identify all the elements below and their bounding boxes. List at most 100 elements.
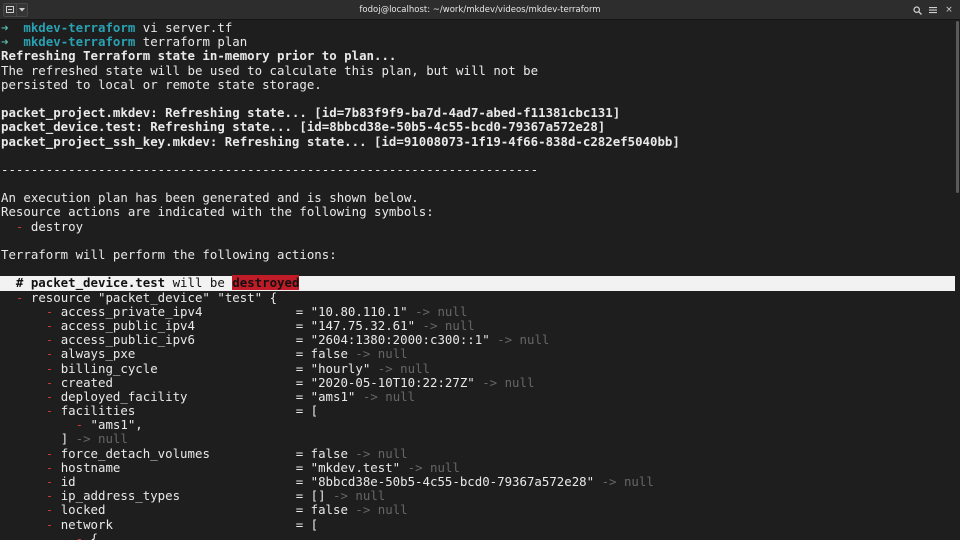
list-item-line: - "ams1", (0, 418, 955, 432)
close-button[interactable]: × (942, 3, 956, 17)
output-line: Terraform will perform the following act… (1, 247, 337, 262)
attr-value: false (310, 502, 348, 518)
resource-decl-line: - resource "packet_device" "test" { (0, 289, 955, 305)
search-button[interactable] (910, 3, 924, 17)
attr-line: - facilities = [ (45, 403, 319, 419)
attr-value: false (310, 445, 348, 461)
attr-value: [ (310, 516, 319, 532)
attr-value: "mkdev.test" (310, 459, 401, 475)
attr-line: - access_public_ipv6 = "2604:1380:2000:c3… (45, 332, 550, 348)
attr-key: ip_address_types (60, 488, 181, 504)
minus-symbol: - (45, 488, 54, 504)
chevron-down-icon (19, 7, 25, 11)
attr-key: access_public_ipv4 (60, 317, 195, 333)
prompt-arrow-icon: ➜ (1, 34, 9, 50)
minus-symbol: - (45, 516, 54, 532)
list-item-value: { (90, 530, 99, 540)
attr-value: "hourly" (310, 360, 371, 376)
resource-decl: resource "packet_device" "test" { (30, 289, 278, 305)
output-line: An execution plan has been generated and… (1, 190, 419, 206)
minus-symbol: - (45, 317, 54, 333)
attr-line: - network = [ (45, 516, 319, 532)
new-tab-button[interactable] (3, 2, 17, 17)
list-item-value: "ams1", (90, 417, 143, 433)
resource-comment-mid: will be (172, 275, 225, 291)
attr-null: -> null (422, 317, 475, 333)
attr-value: false (310, 346, 348, 362)
separator-line: ----------------------------------------… (1, 161, 539, 177)
attr-value: "147.75.32.61" (310, 317, 416, 333)
attr-line: - created = "2020-05-10T10:22:27Z" -> nul… (45, 374, 535, 390)
attr-null: -> null (415, 303, 468, 319)
attr-key: always_pxe (60, 346, 136, 362)
attr-null: -> null (482, 374, 535, 390)
attr-key: locked (60, 502, 106, 518)
attr-line: - id = "8bbcd38e-50b5-4c55-bcd0-79367a572… (45, 474, 654, 489)
hamburger-menu-icon (929, 7, 937, 14)
attr-key: id (60, 474, 76, 489)
resource-comment-line: # packet_device.test will be destroyed (0, 275, 955, 291)
terminal-output[interactable]: ➜ mkdev-terraform vi server.tf ➜ mkdev-t… (0, 21, 955, 540)
attr-null: -> null (355, 502, 408, 518)
list-close: ] (60, 431, 69, 447)
attr-value: "10.80.110.1" (310, 303, 408, 319)
title-bar: fodoj@localhost: ~/work/mkdev/videos/mkd… (0, 0, 960, 20)
attr-key: billing_cycle (60, 360, 158, 376)
output-line: packet_project_ssh_key.mkdev: Refreshing… (1, 133, 680, 149)
minus-symbol: - (75, 417, 84, 433)
attr-null: -> null (333, 488, 386, 504)
output-line: The refreshed state will be used to calc… (1, 62, 539, 78)
output-line: packet_device.test: Refreshing state... … (1, 119, 606, 135)
attr-null: -> null (407, 459, 460, 475)
attr-value: [] (310, 488, 326, 504)
attr-line: - force_detach_volumes = false -> null (45, 445, 408, 461)
scrollbar-thumb[interactable] (956, 21, 959, 193)
attr-value: "8bbcd38e-50b5-4c55-bcd0-79367a572e28" (310, 474, 595, 489)
symbol-label: destroy (30, 218, 84, 234)
window-controls: × (910, 3, 956, 17)
prompt-directory: mkdev-terraform (23, 21, 136, 35)
minus-symbol: - (45, 459, 54, 475)
attr-key: force_detach_volumes (60, 445, 210, 461)
list-item-line: - { (0, 530, 955, 540)
attr-key: hostname (60, 459, 121, 475)
attr-null: -> null (75, 431, 128, 447)
attr-null: -> null (601, 474, 654, 489)
resource-comment-name: # packet_device.test (15, 275, 166, 291)
minus-symbol: - (45, 403, 54, 419)
attr-key: access_public_ipv6 (60, 332, 195, 348)
prompt-arrow-icon: ➜ (1, 21, 9, 35)
menu-button[interactable] (926, 3, 940, 17)
attr-value: "2020-05-10T10:22:27Z" (310, 374, 475, 390)
minus-symbol: - (45, 346, 54, 362)
terminal-scrollbar[interactable] (955, 21, 960, 540)
minus-symbol: - (45, 360, 54, 376)
minus-symbol: - (75, 530, 84, 540)
tab-controls (3, 2, 28, 17)
prompt-directory: mkdev-terraform (23, 34, 136, 50)
minus-symbol: - (15, 218, 24, 234)
prompt-line: ➜ mkdev-terraform terraform plan (0, 35, 955, 49)
minus-symbol: - (45, 388, 54, 404)
search-icon (912, 5, 922, 15)
new-tab-icon (6, 6, 14, 13)
attr-null: -> null (355, 445, 408, 461)
tab-menu-button[interactable] (17, 2, 28, 17)
minus-symbol: - (45, 303, 54, 319)
output-line: Resource actions are indicated with the … (1, 204, 434, 220)
symbol-line: - destroy (0, 218, 955, 234)
attr-line: - ip_address_types = [] -> null (45, 488, 386, 504)
attr-value: "2604:1380:2000:c300::1" (310, 332, 490, 348)
minus-symbol: - (45, 445, 54, 461)
attr-key: deployed_facility (60, 388, 188, 404)
command-text: terraform plan (142, 34, 248, 50)
minus-symbol: - (45, 332, 54, 348)
list-close-line: ] -> null (0, 432, 955, 446)
attr-line: - locked = false -> null (45, 502, 408, 518)
window-title: fodoj@localhost: ~/work/mkdev/videos/mkd… (359, 5, 601, 15)
minus-symbol: - (15, 289, 24, 305)
attr-null: -> null (497, 332, 550, 348)
